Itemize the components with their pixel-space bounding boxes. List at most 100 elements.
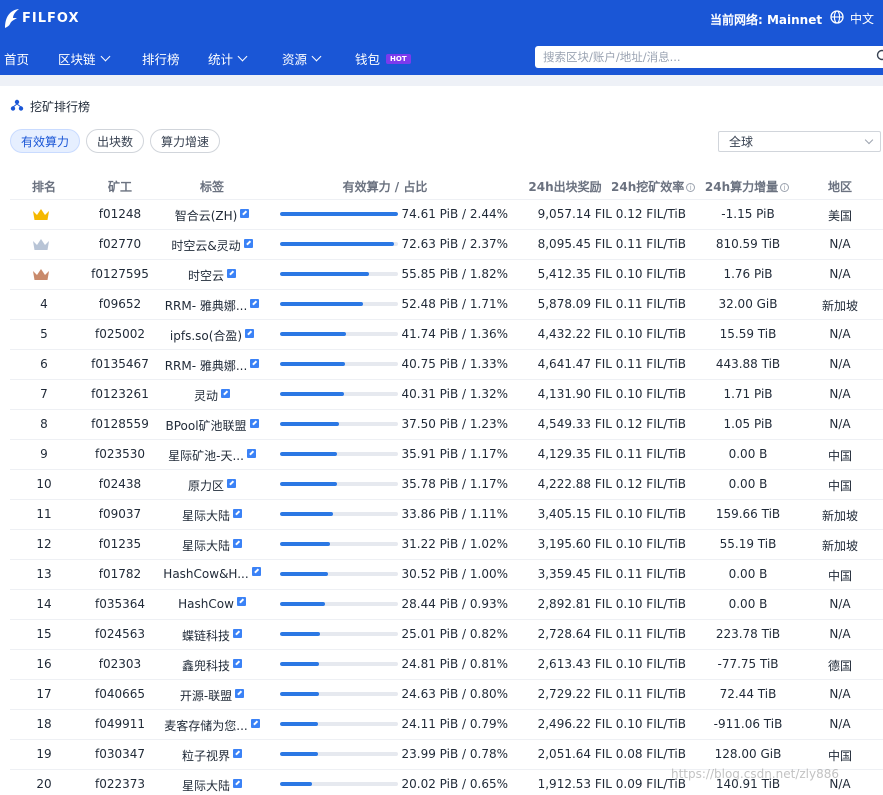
miner-tag[interactable]: HashCow	[158, 597, 266, 611]
table-row[interactable]: 9 f023530 星际矿池-天... 35.91 PiB / 1.17% 4,129.…	[10, 439, 883, 469]
tag-edit-icon[interactable]	[236, 597, 246, 606]
miner-tag[interactable]: 星际大陆	[158, 777, 266, 794]
table-row[interactable]: f02770 时空云&灵动 72.63 PiB / 2.37% 8,095.45 FI…	[10, 229, 883, 259]
nav-wallet[interactable]: 钱包 HOT	[355, 49, 411, 68]
tag-edit-icon[interactable]	[233, 779, 242, 788]
miner-id-link[interactable]: f025002	[75, 327, 165, 341]
tab-power-growth[interactable]: 算力增速	[150, 129, 221, 153]
table-row[interactable]: 11 f09037 星际大陆 33.86 PiB / 1.11% 3,405.15 FI…	[10, 499, 883, 529]
tag-edit-icon[interactable]	[235, 689, 245, 698]
table-row[interactable]: 4 f09652 RRM- 雅典娜... 52.48 PiB / 1.71% 5,878…	[10, 289, 883, 319]
tag-edit-icon[interactable]	[250, 359, 260, 368]
miner-tag[interactable]: BPool矿池联盟	[158, 417, 266, 434]
table-row[interactable]: 7 f0123261 灵动 40.31 PiB / 1.32% 4,131.90 FIL…	[10, 379, 883, 409]
miner-id-link[interactable]: f040665	[75, 687, 165, 701]
tag-edit-icon[interactable]	[233, 509, 242, 518]
miner-tag[interactable]: 麦客存储为您...	[158, 717, 266, 734]
region-select[interactable]: 全球	[718, 131, 881, 152]
miner-tag[interactable]: 星际大陆	[158, 507, 266, 524]
tab-blocks[interactable]: 出块数	[86, 129, 145, 153]
nav-ranking[interactable]: 排行榜	[142, 49, 180, 68]
miner-id-link[interactable]: f02303	[75, 657, 165, 671]
tab-effective-power[interactable]: 有效算力	[10, 129, 81, 153]
tag-edit-icon[interactable]	[233, 629, 242, 638]
nav-blockchain[interactable]: 区块链	[58, 49, 110, 68]
miner-id-link[interactable]: f0135467	[75, 357, 165, 371]
miner-id-link[interactable]: f01248	[75, 207, 165, 221]
tag-edit-icon[interactable]	[249, 419, 259, 428]
table-row[interactable]: 5 f025002 ipfs.so(合盈) 41.74 PiB / 1.36% 4,43…	[10, 319, 883, 349]
miner-tag[interactable]: 蝶链科技	[158, 627, 266, 644]
col-power[interactable]: 有效算力 / 占比	[330, 178, 440, 195]
nav-home[interactable]: 首页	[4, 49, 29, 68]
miner-id-link[interactable]: f035364	[75, 597, 165, 611]
miner-id-link[interactable]: f01782	[75, 567, 165, 581]
col-efficiency[interactable]: 24h挖矿效率 i	[611, 178, 696, 195]
miner-tag[interactable]: 时空云	[158, 267, 266, 284]
miner-id-link[interactable]: f030347	[75, 747, 165, 761]
tag-edit-icon[interactable]	[233, 659, 242, 668]
nav-stats[interactable]: 统计	[208, 49, 248, 68]
table-row[interactable]: 19 f030347 粒子视界 23.99 PiB / 0.78% 2,051.64 F…	[10, 739, 883, 769]
search-icon[interactable]	[876, 49, 883, 66]
network-selector[interactable]: 当前网络: Mainnet	[710, 11, 822, 28]
col-reward[interactable]: 24h出块奖励	[515, 178, 615, 195]
table-row[interactable]: 16 f02303 鑫兜科技 24.81 PiB / 0.81% 2,613.43 FI…	[10, 649, 883, 679]
miner-id-link[interactable]: f022373	[75, 777, 165, 791]
miner-tag[interactable]: 开源-联盟	[158, 687, 266, 704]
info-icon[interactable]: i	[686, 183, 696, 192]
miner-tag[interactable]: 时空云&灵动	[158, 237, 266, 254]
table-row[interactable]: 14 f035364 HashCow 28.44 PiB / 0.93% 2,892.8…	[10, 589, 883, 619]
table-row[interactable]: f01248 智合云(ZH) 74.61 PiB / 2.44% 9,057.14 F…	[10, 199, 883, 229]
tag-edit-icon[interactable]	[250, 719, 260, 728]
info-icon[interactable]: i	[780, 183, 790, 192]
tag-edit-icon[interactable]	[221, 389, 230, 398]
logo[interactable]: FILFOX	[2, 6, 80, 30]
miner-tag[interactable]: 鑫兜科技	[158, 657, 266, 674]
table-row[interactable]: 8 f0128559 BPool矿池联盟 37.50 PiB / 1.23% 4,549…	[10, 409, 883, 439]
table-row[interactable]: 10 f02438 原力区 35.78 PiB / 1.17% 4,222.88 FIL…	[10, 469, 883, 499]
tag-edit-icon[interactable]	[227, 269, 236, 278]
miner-id-link[interactable]: f02770	[75, 237, 165, 251]
miner-tag[interactable]: HashCow&H...	[158, 567, 266, 581]
miner-id-link[interactable]: f0123261	[75, 387, 165, 401]
miner-tag[interactable]: 星际大陆	[158, 537, 266, 554]
miner-tag[interactable]: RRM- 雅典娜...	[158, 357, 266, 374]
miner-id-link[interactable]: f023530	[75, 447, 165, 461]
miner-id-link[interactable]: f09037	[75, 507, 165, 521]
col-increase[interactable]: 24h算力增量 i	[704, 178, 790, 195]
miner-tag[interactable]: 星际矿池-天...	[158, 447, 266, 464]
tag-edit-icon[interactable]	[246, 449, 256, 458]
tag-edit-icon[interactable]	[245, 329, 255, 338]
miner-tag[interactable]: ipfs.so(合盈)	[158, 327, 266, 344]
miner-id-link[interactable]: f09652	[75, 297, 165, 311]
miner-tag[interactable]: 粒子视界	[158, 747, 266, 764]
miner-id-link[interactable]: f049911	[75, 717, 165, 731]
table-row[interactable]: 18 f049911 麦客存储为您... 24.11 PiB / 0.79% 2,496…	[10, 709, 883, 739]
miner-id-link[interactable]: f02438	[75, 477, 165, 491]
miner-id-link[interactable]: f01235	[75, 537, 165, 551]
table-row[interactable]: 17 f040665 开源-联盟 24.63 PiB / 0.80% 2,729.22 …	[10, 679, 883, 709]
tag-edit-icon[interactable]	[251, 567, 261, 576]
language-selector[interactable]: 中文	[830, 10, 874, 27]
tag-edit-icon[interactable]	[227, 479, 236, 488]
miner-tag[interactable]: 原力区	[158, 477, 266, 494]
miner-id-link[interactable]: f024563	[75, 627, 165, 641]
nav-resources[interactable]: 资源	[282, 49, 322, 68]
tag-edit-icon[interactable]	[243, 239, 253, 248]
tag-edit-icon[interactable]	[250, 299, 260, 308]
search-input[interactable]	[543, 50, 863, 64]
tag-edit-icon[interactable]	[240, 209, 250, 218]
miner-tag[interactable]: 智合云(ZH)	[158, 207, 266, 224]
miner-tag[interactable]: RRM- 雅典娜...	[158, 297, 266, 314]
table-row[interactable]: 15 f024563 蝶链科技 25.01 PiB / 0.82% 2,728.64 F…	[10, 619, 883, 649]
table-row[interactable]: f0127595 时空云 55.85 PiB / 1.82% 5,412.35 FIL…	[10, 259, 883, 289]
table-row[interactable]: 13 f01782 HashCow&H... 30.52 PiB / 1.00% 3,3…	[10, 559, 883, 589]
miner-id-link[interactable]: f0128559	[75, 417, 165, 431]
miner-tag[interactable]: 灵动	[158, 387, 266, 404]
tag-edit-icon[interactable]	[233, 749, 242, 758]
tag-edit-icon[interactable]	[233, 539, 242, 548]
table-row[interactable]: 6 f0135467 RRM- 雅典娜... 40.75 PiB / 1.33% 4,6…	[10, 349, 883, 379]
table-row[interactable]: 12 f01235 星际大陆 31.22 PiB / 1.02% 3,195.60 FI…	[10, 529, 883, 559]
miner-id-link[interactable]: f0127595	[75, 267, 165, 281]
